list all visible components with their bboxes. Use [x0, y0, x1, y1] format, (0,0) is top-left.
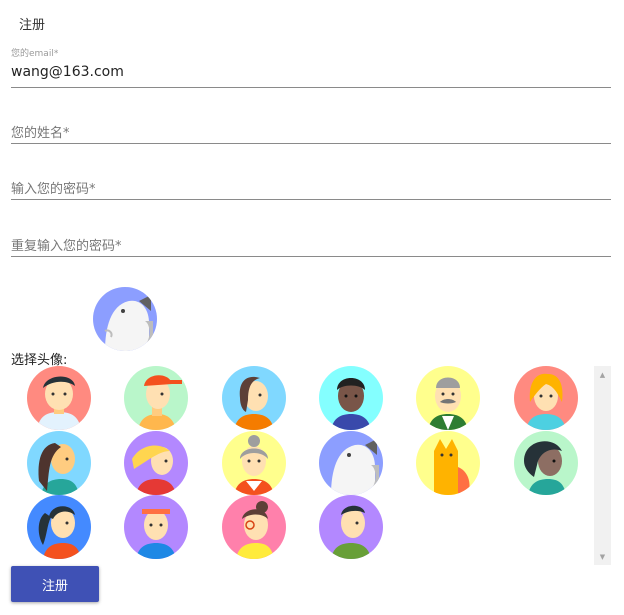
- name-field[interactable]: 您的姓名*: [11, 120, 611, 144]
- avatar-option[interactable]: [124, 366, 188, 430]
- grandma-avatar-icon: [222, 431, 286, 495]
- avatar-option[interactable]: [222, 366, 286, 430]
- selected-avatar[interactable]: [93, 287, 157, 351]
- avatar-option[interactable]: [416, 366, 480, 430]
- dog-avatar-icon: [93, 287, 157, 351]
- avatar-option[interactable]: [124, 495, 188, 559]
- scroll-up-arrow-icon[interactable]: ▲: [594, 366, 611, 383]
- register-button[interactable]: 注册: [11, 566, 99, 602]
- confirm-password-field[interactable]: 重复输入您的密码*: [11, 233, 611, 257]
- avatar-option[interactable]: [319, 495, 383, 559]
- dark-skin-man-avatar-icon: [319, 366, 383, 430]
- avatar-option[interactable]: [124, 431, 188, 495]
- headband-man-avatar-icon: [124, 495, 188, 559]
- avatar-option[interactable]: [222, 431, 286, 495]
- glasses-girl-avatar-icon: [222, 495, 286, 559]
- avatar-option[interactable]: [416, 431, 480, 495]
- avatar-option[interactable]: [319, 366, 383, 430]
- long-hair-woman-avatar-icon: [27, 431, 91, 495]
- page-title: 注册: [19, 18, 46, 33]
- password-placeholder: 输入您的密码*: [11, 182, 96, 197]
- avatar-option[interactable]: [514, 431, 578, 495]
- ponytail-girl-avatar-icon: [27, 495, 91, 559]
- avatar-option[interactable]: [319, 431, 383, 495]
- cat-avatar-icon: [416, 431, 480, 495]
- blonde-woman-avatar-icon: [124, 431, 188, 495]
- email-value: wang@163.com: [11, 64, 124, 80]
- avatar-option[interactable]: [514, 366, 578, 430]
- scroll-down-arrow-icon[interactable]: ▼: [594, 548, 611, 565]
- boy-dark-hair-avatar-icon: [27, 366, 91, 430]
- name-placeholder: 您的姓名*: [11, 126, 70, 141]
- avatar-list: [11, 366, 611, 566]
- avatar-option[interactable]: [27, 495, 91, 559]
- woman-brown-hair-avatar-icon: [222, 366, 286, 430]
- email-label: 您的email*: [11, 49, 59, 59]
- green-shirt-man-avatar-icon: [319, 495, 383, 559]
- password-field[interactable]: 输入您的密码*: [11, 176, 611, 200]
- old-man-mustache-avatar-icon: [416, 366, 480, 430]
- avatar-option[interactable]: [222, 495, 286, 559]
- confirm-password-placeholder: 重复输入您的密码*: [11, 239, 122, 254]
- avatar-list-scrollbar[interactable]: ▲ ▼: [594, 366, 611, 565]
- dark-woman-avatar-icon: [514, 431, 578, 495]
- email-field[interactable]: 您的email* wang@163.com: [11, 46, 611, 88]
- boy-red-cap-avatar-icon: [124, 366, 188, 430]
- avatar-option[interactable]: [27, 431, 91, 495]
- avatar-option[interactable]: [27, 366, 91, 430]
- dog-avatar-icon: [319, 431, 383, 495]
- blonde-girl-avatar-icon: [514, 366, 578, 430]
